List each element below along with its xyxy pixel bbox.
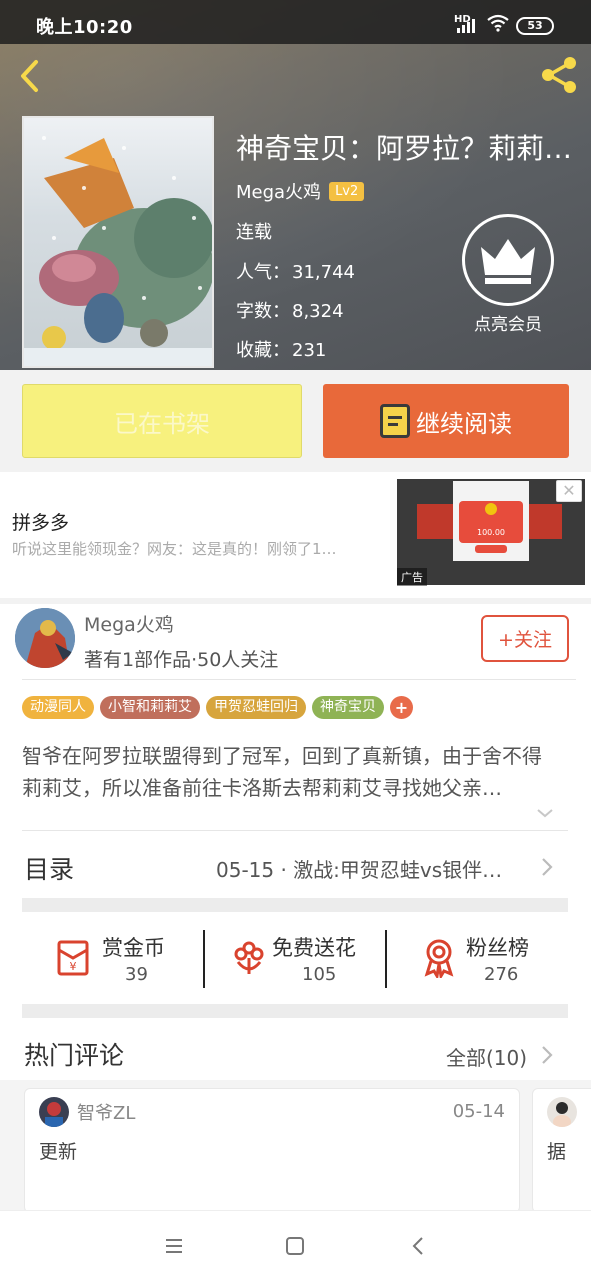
- expand-chevron-icon[interactable]: [535, 806, 555, 820]
- on-shelf-button[interactable]: 已在书架: [22, 384, 302, 458]
- author-card-name[interactable]: Mega火鸡: [84, 610, 174, 637]
- book-header: 晚上10:20 HD 53 神奇宝贝：阿罗拉？莉莉… Mega火鸡 Lv2 连载…: [0, 0, 591, 370]
- cover-artwork: [24, 136, 212, 366]
- back-nav-icon[interactable]: [408, 1235, 430, 1257]
- fan-ranking-value: 276: [484, 964, 519, 985]
- ad-close-icon[interactable]: ✕: [556, 480, 582, 502]
- reward-coins-value: 39: [125, 964, 148, 985]
- author-name[interactable]: Mega火鸡: [236, 178, 321, 204]
- ad-banner[interactable]: 拼多多 听说这里能领现金？网友：这是真的！刚领了1… 100.00 ✕ 广告: [0, 472, 591, 598]
- ad-title: 拼多多: [12, 512, 70, 534]
- comment-card[interactable]: 据: [532, 1088, 591, 1213]
- fan-ranking-label: 粉丝榜: [466, 936, 529, 960]
- tag-item[interactable]: 甲贺忍蛙回归: [206, 696, 306, 719]
- signal-icon: [457, 19, 479, 33]
- popularity-label: 人气：: [236, 262, 290, 283]
- tag-list: 动漫同人 小智和莉莉艾 甲贺忍蛙回归 神奇宝贝 +: [22, 696, 419, 719]
- free-flowers-label: 免费送花: [272, 936, 356, 960]
- commenter-name[interactable]: 智爷ZL: [77, 1099, 135, 1125]
- toc-label: 目录: [24, 855, 75, 884]
- status-bar: 晚上10:20 HD 53: [0, 0, 591, 44]
- toc-latest-chapter: 05-15 · 激战:甲贺忍蛙vs银伴…: [216, 858, 503, 882]
- vip-label[interactable]: 点亮会员: [462, 310, 554, 335]
- share-icon[interactable]: [538, 54, 580, 96]
- tag-item[interactable]: 小智和莉莉艾: [100, 696, 200, 719]
- free-flowers-stat[interactable]: 免费送花 105: [228, 914, 378, 1006]
- continue-reading-label: 继续阅读: [416, 409, 512, 438]
- popularity-stat: 人气： 31,744: [236, 258, 355, 284]
- ad-description: 听说这里能领现金？网友：这是真的！刚领了1…: [12, 540, 337, 558]
- book-description[interactable]: 智爷在阿罗拉联盟得到了冠军，回到了真新镇，由于舍不得莉莉艾，所以准备前往卡洛斯去…: [22, 740, 560, 804]
- svg-text:¥: ¥: [70, 960, 77, 973]
- wifi-icon: [487, 14, 509, 32]
- word-count-value: 8,324: [292, 301, 344, 322]
- author-level-badge: Lv2: [329, 181, 365, 201]
- home-icon[interactable]: [284, 1235, 306, 1257]
- ad-label: 广告: [397, 568, 427, 586]
- table-of-contents-row[interactable]: 目录 05-15 · 激战:甲贺忍蛙vs银伴…: [0, 832, 591, 896]
- hot-comments-label: 热门评论: [24, 1041, 125, 1070]
- author-avatar[interactable]: [15, 608, 75, 668]
- favorites-stat: 收藏： 231: [236, 336, 326, 362]
- status-time: 晚上10:20: [36, 17, 133, 38]
- book-status: 连载: [236, 222, 272, 243]
- stats-row: ¥ 赏金币 39 免费送花 105 粉丝榜 276: [0, 914, 591, 1006]
- menu-icon[interactable]: [163, 1235, 185, 1257]
- comment-date: 05-14: [452, 1101, 505, 1122]
- reward-coins-label: 赏金币: [102, 936, 165, 960]
- comment-card[interactable]: 智爷ZL 05-14 更新: [24, 1088, 520, 1213]
- tag-item[interactable]: 动漫同人: [22, 696, 94, 719]
- author-card-subtitle: 著有1部作品·50人关注: [84, 649, 279, 671]
- popularity-value: 31,744: [292, 262, 355, 283]
- back-icon[interactable]: [14, 56, 46, 96]
- chevron-right-icon: [542, 858, 553, 876]
- red-envelope-icon: ¥: [57, 940, 89, 976]
- continue-reading-button[interactable]: 继续阅读: [323, 384, 569, 458]
- medal-icon: [424, 939, 454, 978]
- vip-button[interactable]: [462, 214, 554, 306]
- word-count-label: 字数：: [236, 301, 290, 322]
- reward-coins-stat[interactable]: ¥ 赏金币 39: [52, 914, 202, 1006]
- ad-amount: 100.00: [477, 528, 505, 537]
- tag-item[interactable]: 神奇宝贝: [312, 696, 384, 719]
- hot-comments-header: 热门评论 全部(10): [0, 1020, 591, 1088]
- book-icon: [380, 404, 410, 438]
- favorites-value: 231: [292, 340, 327, 361]
- all-comments-link[interactable]: 全部(10): [446, 1042, 527, 1071]
- book-title: 神奇宝贝：阿罗拉？莉莉…: [236, 132, 573, 165]
- commenter-avatar[interactable]: [39, 1097, 69, 1127]
- book-cover[interactable]: [22, 116, 214, 368]
- add-tag-button[interactable]: +: [390, 696, 413, 719]
- author-row[interactable]: Mega火鸡 Lv2: [236, 178, 365, 204]
- action-bar: 已在书架 继续阅读: [0, 370, 591, 472]
- comment-text: 据: [547, 1141, 567, 1163]
- crown-icon: [481, 239, 535, 284]
- comment-text: 更新: [39, 1141, 78, 1163]
- flower-icon: [234, 941, 264, 974]
- battery-indicator: 53: [516, 17, 554, 35]
- chevron-right-icon[interactable]: [540, 1044, 554, 1066]
- commenter-avatar[interactable]: [547, 1097, 577, 1127]
- fan-ranking-stat[interactable]: 粉丝榜 276: [418, 914, 568, 1006]
- word-count-stat: 字数： 8,324: [236, 297, 344, 323]
- free-flowers-value: 105: [302, 964, 337, 985]
- system-nav-bar: [0, 1210, 591, 1280]
- follow-button[interactable]: +关注: [481, 615, 569, 662]
- favorites-label: 收藏：: [236, 340, 290, 361]
